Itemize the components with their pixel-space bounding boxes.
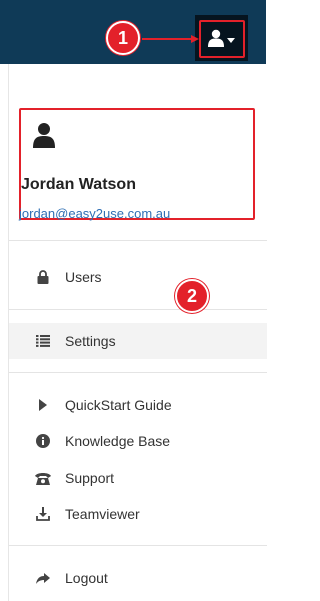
- download-icon: [33, 504, 53, 524]
- info-icon: [33, 431, 53, 451]
- profile-email-link[interactable]: jordan@easy2use.com.au: [19, 206, 170, 221]
- user-icon: [33, 122, 55, 153]
- menu-item-knowledge-base[interactable]: Knowledge Base: [9, 423, 267, 459]
- profile-card: [19, 108, 255, 220]
- divider: [9, 240, 267, 241]
- menu-item-label: Teamviewer: [65, 506, 140, 522]
- menu-item-label: Settings: [65, 333, 116, 349]
- menu-item-label: QuickStart Guide: [65, 397, 172, 413]
- menu-item-quickstart-guide[interactable]: QuickStart Guide: [9, 387, 267, 423]
- list-icon: [33, 331, 53, 351]
- menu-item-users[interactable]: Users: [9, 259, 267, 295]
- menu-item-label: Knowledge Base: [65, 433, 171, 449]
- menu-item-label: Users: [65, 269, 102, 285]
- divider: [9, 372, 267, 373]
- menu-item-support[interactable]: Support: [9, 460, 267, 496]
- annotation-marker-1: 1: [106, 21, 140, 55]
- divider: [9, 309, 267, 310]
- lock-icon: [33, 267, 53, 287]
- menu-item-logout[interactable]: Logout: [9, 560, 267, 596]
- play-icon: [33, 395, 53, 415]
- user-dropdown-menu: Jordan Watson jordan@easy2use.com.au Use…: [8, 64, 267, 601]
- profile-name: Jordan Watson: [21, 176, 136, 193]
- menu-item-settings[interactable]: Settings: [9, 323, 267, 359]
- share-arrow-icon: [33, 568, 53, 588]
- menu-item-label: Support: [65, 470, 115, 486]
- annotation-marker-2: 2: [175, 279, 209, 313]
- divider: [9, 545, 267, 546]
- menu-item-label: Logout: [65, 570, 108, 586]
- phone-icon: [33, 468, 53, 488]
- menu-item-teamviewer[interactable]: Teamviewer: [9, 496, 267, 532]
